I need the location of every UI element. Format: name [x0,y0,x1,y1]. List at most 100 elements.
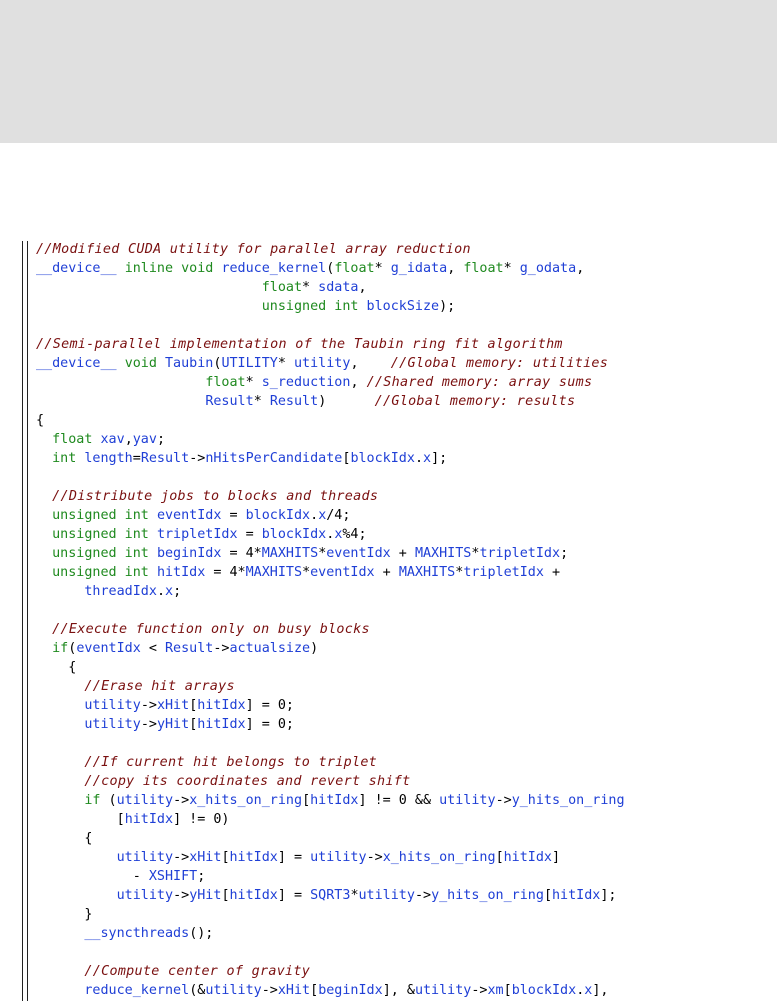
code-line: utility->xHit[hitIdx] = utility->x_hits_… [36,848,777,867]
code-text: + [374,565,399,580]
code-identifier: utility [205,983,262,998]
code-text: ) [310,641,319,656]
code-line: - XSHIFT; [36,867,777,886]
code-text: -> [173,850,190,865]
code-identifier: tripletIdx [479,546,561,561]
code-line: if(eventIdx < Result->actualsize) [36,639,777,658]
code-line: } [36,905,777,924]
code-identifier: __device__ [36,356,117,371]
code-text: ] != 0 && [358,793,440,808]
code-text: -> [173,888,190,903]
code-keyword: unsigned int [52,565,149,580]
code-line: utility->yHit[hitIdx] = 0; [36,715,777,734]
code-text: , [576,261,585,276]
code-text: %4; [342,527,367,542]
code-text: ] = [277,888,311,903]
code-text: - [36,869,149,884]
code-keyword: unsigned int [52,527,149,542]
code-keyword: float [52,432,93,447]
code-line: //copy its coordinates and revert shift [36,772,777,791]
code-identifier: blockIdx [511,983,577,998]
code-line: //Modified CUDA utility for parallel arr… [36,240,777,259]
code-identifier: yHit [156,717,190,732]
code-identifier: sdata [318,280,359,295]
code-identifier: x [165,584,174,599]
code-identifier: utility [310,850,367,865]
code-identifier: beginIdx [156,546,222,561]
code-lines: //Modified CUDA utility for parallel arr… [36,240,777,1000]
code-line: Result* Result) //Global memory: results [36,392,777,411]
code-keyword: int [52,451,77,466]
code-text: [ [221,850,230,865]
code-text: { [36,413,45,428]
code-identifier: utility [84,717,141,732]
code-text: = [237,527,262,542]
code-keyword: unsigned int [52,508,149,523]
code-text: /4; [326,508,351,523]
code-line: //Distribute jobs to blocks and threads [36,487,777,506]
code-comment: //Global memory: utilities [390,356,609,371]
code-line: unsigned int blockSize); [36,297,777,316]
code-text: [ [310,983,319,998]
code-comment: //Modified CUDA utility for parallel arr… [36,242,471,257]
code-text: ], [592,983,609,998]
code-text: ; [197,869,206,884]
code-line: __device__ void Taubin(UTILITY* utility,… [36,354,777,373]
code-text: , [358,280,367,295]
code-text: ; [560,546,569,561]
code-identifier: hitIdx [156,565,206,580]
code-keyword: inline void [124,261,214,276]
code-identifier: tripletIdx [156,527,238,542]
code-line: unsigned int tripletIdx = blockIdx.x%4; [36,525,777,544]
code-identifier: Result [269,394,319,409]
code-text: -> [173,793,190,808]
code-keyword: float [463,261,504,276]
code-identifier: Result [205,394,254,409]
code-text: { [36,831,93,846]
code-text: (& [189,983,206,998]
code-identifier: blockIdx [350,451,415,466]
code-comment: //Erase hit arrays [84,679,235,694]
code-identifier: tripletIdx [463,565,544,580]
code-text: -> [414,888,432,903]
code-text: -> [189,451,206,466]
code-text: [ [36,812,125,827]
code-text: , [124,432,133,447]
code-text: -> [140,717,157,732]
code-identifier: eventIdx [326,546,391,561]
code-text: < [140,641,165,656]
code-text: = [221,508,246,523]
code-comment: //Distribute jobs to blocks and threads [52,489,379,504]
code-keyword: float [205,375,246,390]
code-text: -> [471,983,488,998]
code-line: float xav,yav; [36,430,777,449]
code-line: threadIdx.x; [36,582,777,601]
code-identifier: s_reduction [261,375,351,390]
code-text: * [253,394,270,409]
listing-rule-outer [22,241,23,1001]
code-text: = 4* [221,546,262,561]
code-line: //Compute center of gravity [36,962,777,981]
code-identifier: XSHIFT [148,869,198,884]
code-identifier: xm [487,983,504,998]
code-identifier: hitIdx [552,888,601,903]
code-identifier: blockIdx [245,508,311,523]
code-line: //Execute function only on busy blocks [36,620,777,639]
code-identifier: MAXHITS [398,565,456,580]
